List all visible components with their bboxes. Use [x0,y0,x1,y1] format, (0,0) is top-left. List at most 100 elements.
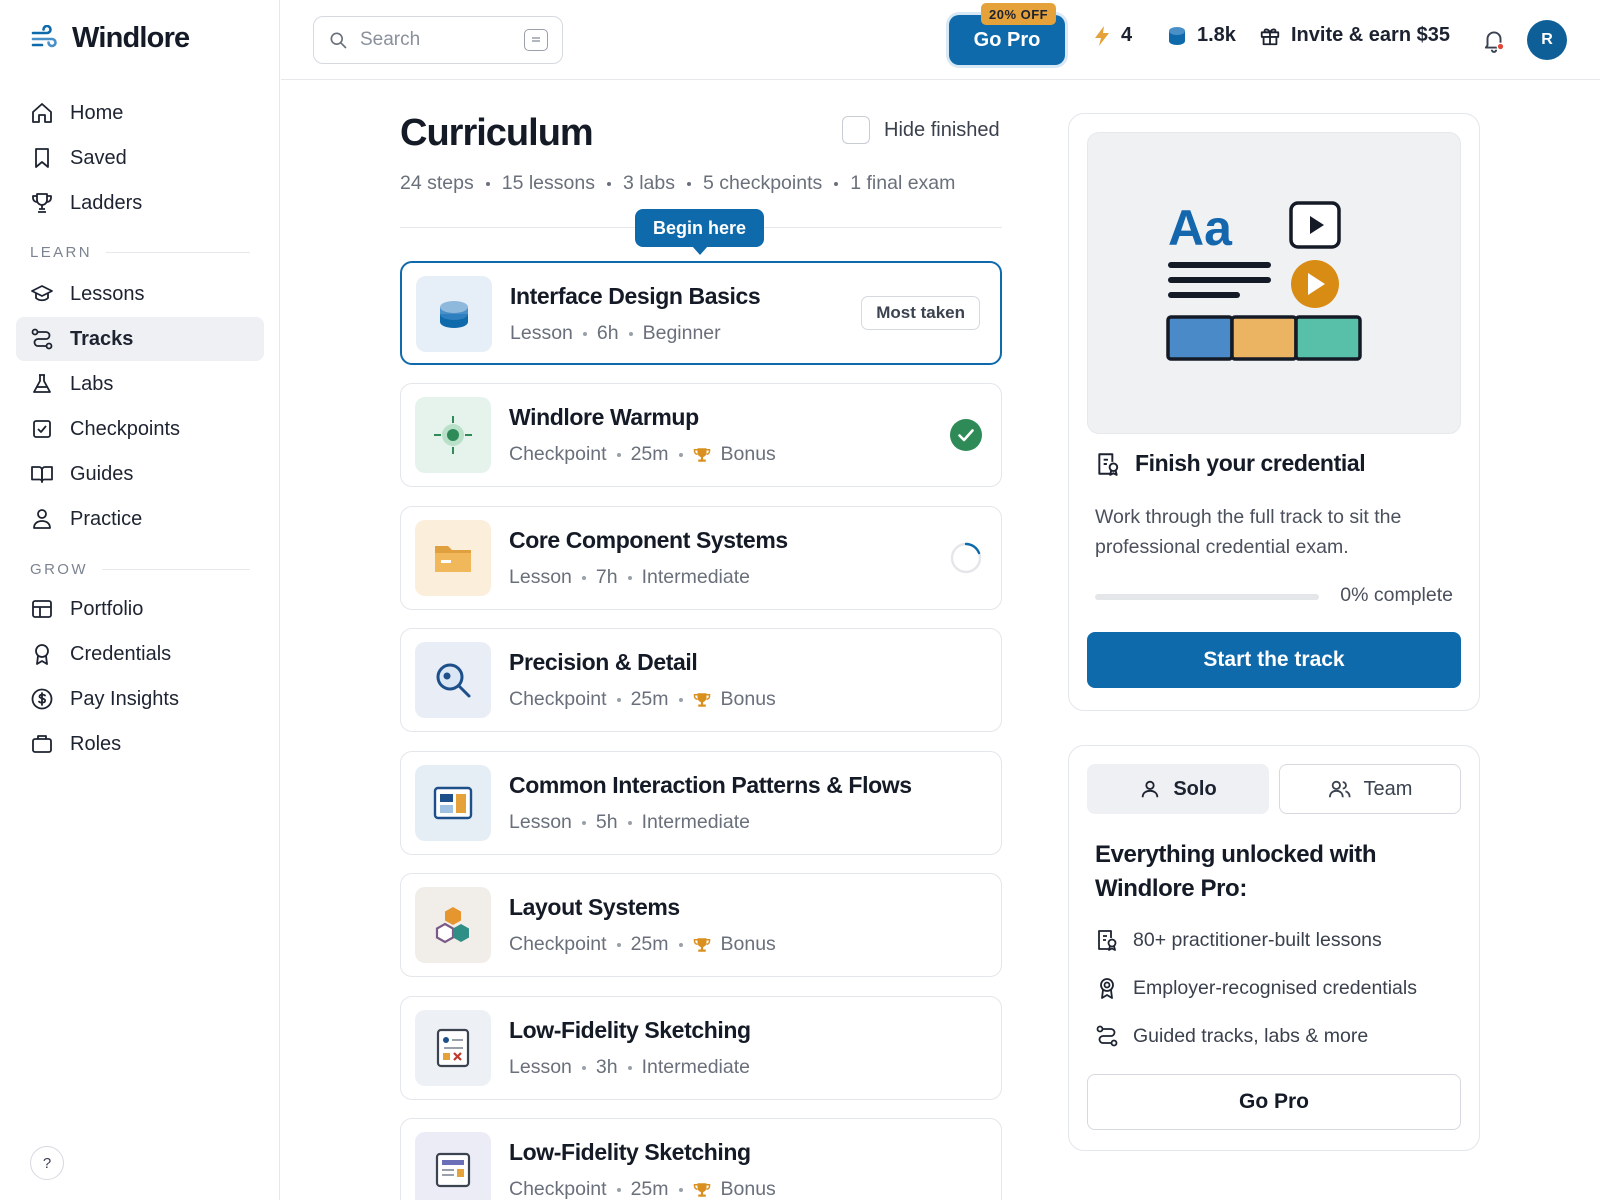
curriculum-summary: 24 steps 15 lessons 3 labs 5 checkpoints… [400,172,955,195]
curriculum-item-interface-design-basics[interactable]: Interface Design Basics Lesson 6h Beginn… [400,261,1002,365]
search-icon [330,32,347,49]
item-duration: 25m [630,933,669,955]
app-logo[interactable]: Windlore [30,22,190,55]
sidebar-item-label: Lessons [70,282,145,305]
sidebar-item-label: Labs [70,372,114,395]
sidebar-item-labs[interactable]: Labs [16,362,264,406]
user-avatar[interactable]: R [1527,20,1567,60]
item-title: Low-Fidelity Sketching [509,1139,751,1165]
feature-text: Employer-recognised credentials [1133,976,1417,999]
sidebar-item-label: Credentials [70,642,172,665]
database-icon [416,276,492,352]
sidebar-item-roles[interactable]: Roles [16,722,264,766]
sketch-icon [415,1010,491,1086]
sidebar-item-label: Home [70,101,124,124]
item-meta: Lesson 7h Intermediate [509,566,750,589]
in-progress-spinner-icon [950,542,982,574]
tab-team[interactable]: Team [1279,764,1461,814]
credential-heading: Finish your credential [1095,450,1366,477]
person-icon [33,509,51,529]
help-button[interactable]: ? [30,1146,64,1180]
item-bonus: Bonus [720,1178,776,1200]
wind-logo-icon [31,24,57,47]
users-icon [1328,780,1351,798]
separator-dot [678,1187,683,1192]
sidebar-item-home[interactable]: Home [16,91,264,135]
credential-panel: Aa Finish your credential Work through t… [1068,113,1480,711]
bell-icon[interactable] [1481,27,1507,53]
sidebar-item-portfolio[interactable]: Portfolio [16,587,264,631]
curriculum-item-core-component-systems[interactable]: Core Component Systems Lesson 7h Interme… [400,506,1002,610]
lesson-doc-icon [1098,930,1117,951]
item-title: Interface Design Basics [510,283,761,309]
curriculum-item-low-fidelity-sketching-checkpoint[interactable]: Low-Fidelity Sketching Checkpoint 25m Bo… [400,1118,1002,1200]
sidebar-item-credentials[interactable]: Credentials [16,632,264,676]
sidebar-item-lessons[interactable]: Lessons [16,272,264,316]
magnifier-icon [415,642,491,718]
lesson-doc-icon [1098,452,1119,476]
section-label-learn: LEARN [30,244,250,261]
separator-dot [581,820,586,825]
sidebar-item-guides[interactable]: Guides [16,452,264,496]
app-name: Windlore [72,22,190,54]
sidebar-item-pay-insights[interactable]: Pay Insights [16,677,264,721]
sidebar-item-checkpoints[interactable]: Checkpoints [16,407,264,451]
summary-steps: 24 steps [400,172,474,194]
start-track-button[interactable]: Start the track [1087,632,1461,688]
invite-link[interactable]: Invite & earn $35 [1259,24,1450,47]
hide-finished-checkbox[interactable] [842,116,870,144]
item-title: Low-Fidelity Sketching [509,1017,751,1043]
search-box[interactable]: Search [313,16,563,64]
separator-dot [616,452,621,457]
sidebar-item-label: Saved [70,146,127,169]
sidebar-item-tracks[interactable]: Tracks [16,317,264,361]
separator-dot [616,1187,621,1192]
home-icon [32,103,52,123]
separator-dot [678,452,683,457]
folder-icon [415,520,491,596]
curriculum-item-windlore-warmup[interactable]: Windlore Warmup Checkpoint 25m Bonus [400,383,1002,487]
checkbox-icon [33,420,51,438]
separator-dot [582,331,587,336]
gift-icon [1260,27,1280,45]
item-level: Beginner [642,322,721,344]
coins-icon [1169,26,1185,45]
item-duration: 3h [595,1056,618,1078]
feature-text: 80+ practitioner-built lessons [1133,928,1382,951]
trophy-icon [693,692,710,707]
curriculum-item-layout-systems[interactable]: Layout Systems Checkpoint 25m Bonus [400,873,1002,977]
hide-finished-toggle[interactable]: Hide finished [842,116,1000,144]
item-bonus: Bonus [720,443,776,465]
briefcase-icon [32,735,52,753]
curriculum-item-common-interaction-patterns[interactable]: Common Interaction Patterns & Flows Less… [400,751,1002,855]
separator-dot [627,820,632,825]
tab-label: Team [1363,777,1413,800]
sidebar-item-ladders[interactable]: Ladders [16,181,264,225]
bookmark-icon [35,148,49,168]
coins-counter[interactable]: 1.8k [1167,24,1236,47]
item-title: Windlore Warmup [509,404,699,430]
sidebar-item-practice[interactable]: Practice [16,497,264,541]
item-duration: 25m [630,688,669,710]
item-type: Lesson [509,811,572,833]
sidebar-item-label: Ladders [70,191,143,214]
tab-solo[interactable]: Solo [1087,764,1269,814]
sidebar: Windlore Home Saved Ladders LEARN Lesson… [0,0,280,1200]
credential-description: Work through the full track to sit the p… [1095,506,1402,558]
trophy-icon [693,1182,710,1197]
streak-counter[interactable]: 4 [1093,24,1132,47]
item-type: Checkpoint [509,688,607,710]
layout-icon [32,600,52,618]
pro-feature-item: Guided tracks, labs & more [1095,1024,1368,1048]
item-title: Core Component Systems [509,527,788,553]
item-bonus: Bonus [720,688,776,710]
sidebar-item-saved[interactable]: Saved [16,136,264,180]
curriculum-item-precision-detail[interactable]: Precision & Detail Checkpoint 25m Bonus [400,628,1002,732]
hide-finished-label: Hide finished [884,118,1000,141]
hexagons-icon [415,887,491,963]
go-pro-panel-button[interactable]: Go Pro [1087,1074,1461,1130]
curriculum-item-low-fidelity-sketching-lesson[interactable]: Low-Fidelity Sketching Lesson 3h Interme… [400,996,1002,1100]
item-type: Lesson [510,322,573,344]
trophy-icon [32,193,52,213]
pro-feature-item: 80+ practitioner-built lessons [1095,928,1382,952]
